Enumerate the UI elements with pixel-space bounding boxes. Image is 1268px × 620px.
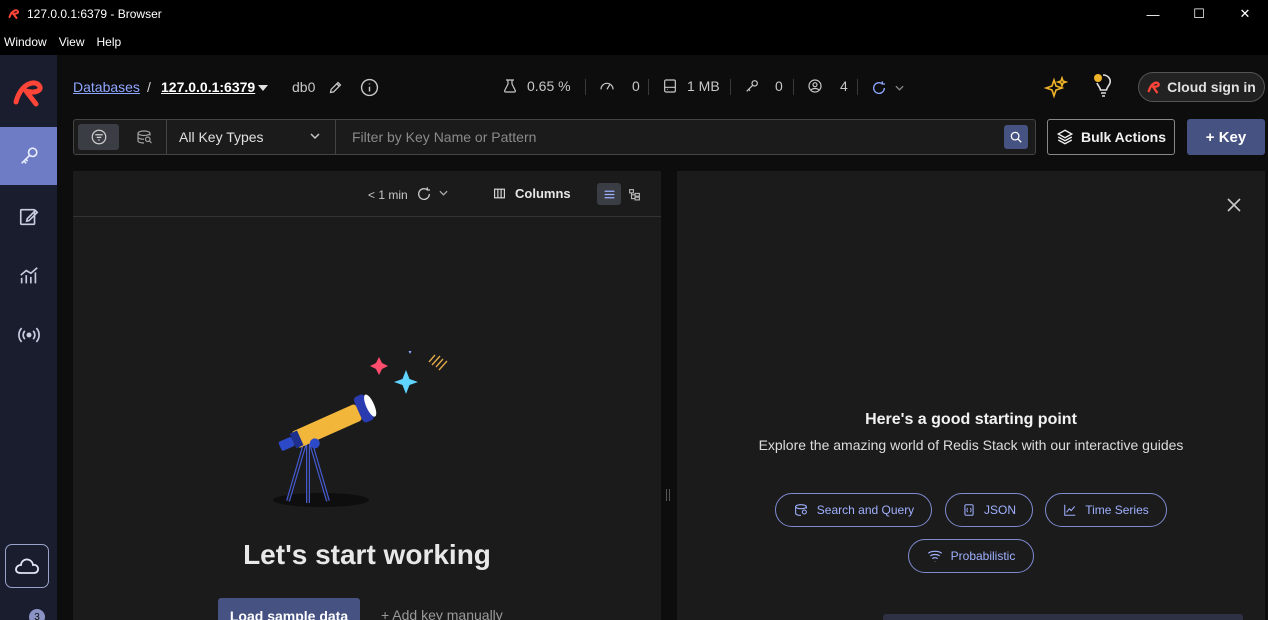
menu-help[interactable]: Help (92, 35, 125, 49)
stat-cpu: 0.65 % (502, 78, 571, 94)
list-icon (604, 190, 614, 198)
user-icon (808, 79, 822, 93)
sidebar-item-analysis[interactable] (0, 247, 57, 305)
timeseries-icon (1064, 504, 1076, 516)
pencil-icon[interactable] (328, 80, 343, 95)
stat-clients: 4 (807, 78, 848, 94)
edit-icon (19, 208, 38, 226)
view-mode-toggle (78, 124, 164, 150)
sidebar: 3 (0, 55, 57, 620)
menu-window[interactable]: Window (0, 35, 51, 49)
search-icon (1010, 131, 1022, 143)
key-list-panel: < 1 min Columns Let's start working Load… (73, 171, 661, 620)
info-icon[interactable] (360, 78, 379, 97)
redis-logo-icon (8, 9, 20, 19)
breadcrumb-db-address[interactable]: 127.0.0.1:6379 (161, 79, 255, 95)
stat-memory: 1 MB (662, 78, 720, 94)
cpu-icon (503, 79, 517, 93)
layers-icon (1056, 129, 1074, 145)
guide-json[interactable]: JSON (945, 493, 1033, 527)
columns-button[interactable]: Columns (493, 186, 571, 201)
telescope-illustration (273, 351, 448, 507)
caret-down-icon[interactable] (258, 85, 268, 91)
cloud-button[interactable] (5, 544, 49, 588)
notification-badge[interactable]: 3 (29, 609, 45, 620)
search-db-icon (136, 130, 152, 144)
add-key-manually-link[interactable]: + Add key manually (381, 607, 503, 620)
empty-state-title: Let's start working (243, 539, 491, 570)
guide-search-and-query[interactable]: Search and Query (775, 493, 932, 527)
header: Databases / 127.0.0.1:6379 db0 0.65 % 0 … (57, 55, 1268, 119)
guides-title: Here's a good starting point (865, 411, 1077, 428)
bulk-actions-button[interactable]: Bulk Actions (1047, 119, 1175, 155)
columns-icon (494, 188, 505, 199)
filter-mode-button[interactable] (78, 124, 119, 150)
guide-time-series[interactable]: Time Series (1045, 493, 1167, 527)
refresh-icon[interactable] (416, 186, 432, 202)
guides-panel: Here's a good starting point Explore the… (677, 171, 1265, 620)
memory-icon (664, 79, 676, 93)
chart-icon (19, 267, 38, 284)
gauge-icon (600, 82, 614, 90)
sparkles-icon[interactable] (1044, 76, 1068, 100)
chevron-down-icon (310, 133, 320, 140)
sidebar-item-workbench[interactable] (0, 188, 57, 246)
db-index: db0 (292, 79, 316, 95)
chevron-down-icon[interactable] (895, 85, 904, 91)
key-filter-input[interactable] (336, 120, 1001, 154)
tree-icon (628, 188, 640, 200)
redis-logo-icon (1147, 81, 1161, 94)
menu-view[interactable]: View (55, 35, 89, 49)
filter-icon (91, 129, 106, 145)
guide-probabilistic[interactable]: Probabilistic (908, 539, 1034, 573)
cloud-signin-button[interactable]: Cloud sign in (1138, 72, 1265, 102)
window-titlebar: 127.0.0.1:6379 - Browser — ☐ ✕ (0, 0, 1268, 28)
breadcrumb-databases[interactable]: Databases (73, 79, 140, 95)
list-view-button[interactable] (597, 183, 621, 205)
search-db-icon (794, 504, 807, 516)
bottom-panel-edge (883, 614, 1243, 620)
minimize-button[interactable]: — (1130, 0, 1176, 28)
panel-resize-handle[interactable] (666, 489, 670, 501)
json-icon (964, 504, 974, 516)
key-type-select[interactable]: All Key Types (167, 120, 335, 154)
breadcrumb-separator: / (147, 79, 151, 95)
window-title: 127.0.0.1:6379 - Browser (27, 7, 162, 21)
menubar: Window View Help (0, 28, 1268, 55)
sidebar-item-pubsub[interactable] (0, 306, 57, 364)
stat-ops: 0 (599, 78, 640, 94)
maximize-button[interactable]: ☐ (1176, 0, 1222, 28)
load-sample-data-button[interactable]: Load sample data (218, 598, 360, 620)
key-list-toolbar: < 1 min Columns (73, 171, 661, 217)
guides-subtitle: Explore the amazing world of Redis Stack… (758, 437, 1184, 453)
probabilistic-icon (927, 550, 942, 562)
key-icon (746, 80, 758, 92)
lightbulb-icon[interactable] (1092, 72, 1114, 98)
chevron-down-icon[interactable] (439, 190, 448, 196)
last-refresh-time: < 1 min (368, 188, 408, 202)
search-mode-button[interactable] (123, 124, 164, 150)
redis-logo-icon[interactable] (11, 75, 45, 109)
close-icon[interactable] (1226, 197, 1242, 213)
close-window-button[interactable]: ✕ (1222, 0, 1268, 28)
key-icon (20, 147, 38, 164)
add-key-button[interactable]: + Key (1187, 119, 1265, 155)
search-button[interactable] (1004, 125, 1028, 149)
broadcast-icon (17, 327, 40, 343)
tree-view-button[interactable] (622, 183, 646, 205)
cloud-icon (15, 558, 39, 574)
sidebar-item-browser[interactable] (0, 127, 57, 185)
stat-keys: 0 (744, 78, 783, 94)
refresh-icon[interactable] (871, 80, 887, 96)
filter-bar: All Key Types (73, 119, 1036, 155)
